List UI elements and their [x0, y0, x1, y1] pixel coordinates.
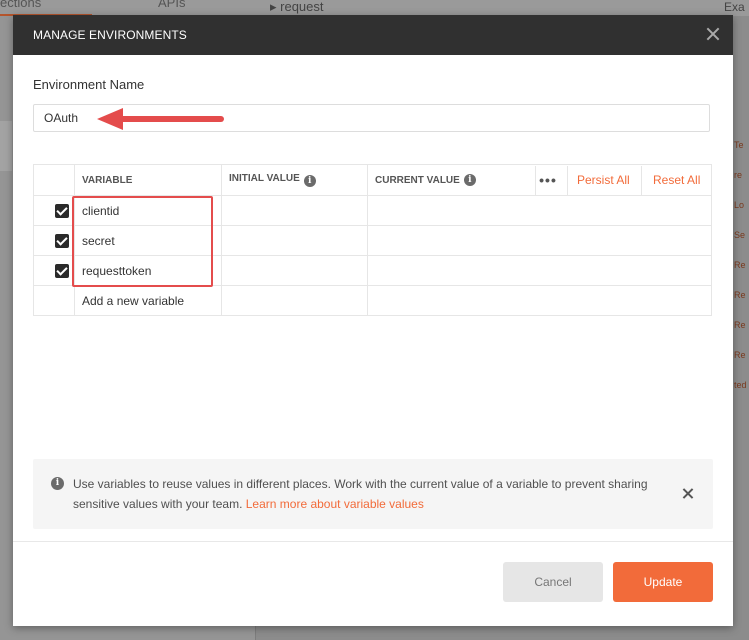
- footer-divider: [13, 541, 733, 542]
- row-checkbox[interactable]: [55, 203, 69, 218]
- reset-all-button[interactable]: Reset All: [653, 166, 711, 195]
- right-panel-text: Lo: [734, 200, 745, 210]
- checkbox-cell: [33, 195, 75, 226]
- examples-label[interactable]: Exa: [724, 0, 745, 14]
- persist-all-button[interactable]: Persist All: [577, 165, 642, 195]
- checkbox-column-header: [33, 164, 75, 196]
- learn-more-link[interactable]: Learn more about variable values: [246, 497, 424, 511]
- info-text: Use variables to reuse values in differe…: [73, 474, 653, 514]
- checkbox-cell: [33, 255, 75, 286]
- right-panel-text: Re: [734, 260, 746, 270]
- initial-value-cell[interactable]: [221, 195, 368, 226]
- checkbox-cell: [33, 225, 75, 256]
- current-value-cell[interactable]: [367, 225, 712, 256]
- checkbox-cell: [33, 285, 75, 316]
- right-panel-text: Se: [734, 230, 746, 240]
- environment-name-label: Environment Name: [33, 77, 145, 92]
- cancel-button[interactable]: Cancel: [503, 562, 603, 602]
- info-icon[interactable]: i: [303, 175, 316, 187]
- variable-cell[interactable]: secret: [74, 225, 222, 256]
- variable-cell[interactable]: requesttoken: [74, 255, 222, 286]
- current-value-cell[interactable]: [367, 195, 712, 226]
- current-value-header-label: CURRENT VALUE: [375, 174, 460, 186]
- tab-collections[interactable]: ections: [0, 0, 92, 16]
- info-icon[interactable]: i: [463, 174, 476, 186]
- info-icon: i: [51, 477, 64, 490]
- table-row: secret: [33, 225, 712, 256]
- request-breadcrumb[interactable]: ▸ request: [270, 0, 324, 14]
- modal-header: MANAGE ENVIRONMENTS: [13, 15, 733, 55]
- background-right-panel: Te re Lo Se Re Re Re Re ted: [734, 130, 749, 400]
- initial-value-cell[interactable]: [221, 255, 368, 286]
- initial-value-cell[interactable]: [221, 285, 368, 316]
- right-panel-text: ted: [734, 380, 747, 390]
- update-button[interactable]: Update: [613, 562, 713, 602]
- row-checkbox[interactable]: [55, 233, 69, 248]
- annotation-arrow-icon: [97, 108, 224, 130]
- table-row: clientid: [33, 195, 712, 226]
- initial-value-cell[interactable]: [221, 225, 368, 256]
- info-banner: i Use variables to reuse values in diffe…: [33, 459, 713, 529]
- variables-table: VARIABLE INITIAL VALUE i CURRENT VALUE i …: [33, 164, 712, 316]
- tab-apis[interactable]: APIs: [158, 0, 185, 10]
- right-panel-text: Re: [734, 350, 746, 360]
- table-header-row: VARIABLE INITIAL VALUE i CURRENT VALUE i …: [33, 164, 712, 196]
- table-row: requesttoken: [33, 255, 712, 286]
- right-panel-text: re: [734, 170, 743, 180]
- modal-title: MANAGE ENVIRONMENTS: [33, 28, 187, 42]
- column-header-variable: VARIABLE: [74, 164, 222, 196]
- current-value-cell[interactable]: [367, 255, 712, 286]
- current-value-cell[interactable]: [367, 285, 712, 316]
- more-options-icon[interactable]: •••: [529, 165, 568, 195]
- column-header-initial-value: INITIAL VALUE i: [221, 164, 368, 196]
- initial-value-header-label: INITIAL VALUE: [229, 173, 300, 184]
- row-checkbox[interactable]: [55, 263, 69, 278]
- right-panel-text: Re: [734, 320, 746, 330]
- variable-header-label: VARIABLE: [82, 174, 133, 186]
- sidebar-item[interactable]: [0, 121, 12, 171]
- background-topbar: [0, 0, 749, 16]
- variable-cell[interactable]: clientid: [74, 195, 222, 226]
- right-panel-text: Re: [734, 290, 746, 300]
- manage-environments-modal: MANAGE ENVIRONMENTS Environment Name VAR…: [13, 15, 733, 626]
- close-icon[interactable]: [705, 26, 721, 42]
- dismiss-info-icon[interactable]: [682, 488, 693, 499]
- request-label: request: [280, 0, 324, 14]
- add-variable-input[interactable]: Add a new variable: [74, 285, 222, 316]
- add-variable-row: Add a new variable: [33, 285, 712, 316]
- column-header-current-value: CURRENT VALUE i ••• Persist All Reset Al…: [367, 164, 712, 196]
- right-panel-text: Te: [734, 140, 744, 150]
